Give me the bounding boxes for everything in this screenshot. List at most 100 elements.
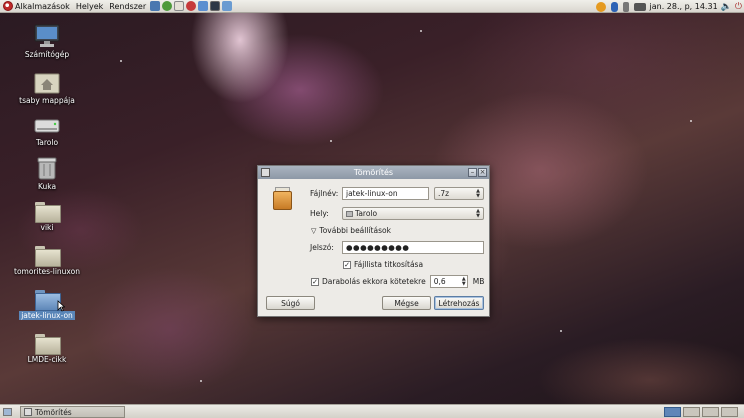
taskbar-button-compress[interactable]: Tömörítés	[20, 406, 125, 418]
location-value: Tarolo	[355, 209, 378, 218]
help-button[interactable]: Súgó	[266, 296, 315, 310]
screenshot-launcher-icon[interactable]	[222, 1, 233, 11]
places-menu-label: Helyek	[75, 1, 104, 11]
filename-label: Fájlnév:	[310, 189, 339, 198]
desktop-icon-label: Számítógép	[24, 50, 70, 59]
archive-icon	[273, 187, 292, 210]
password-input[interactable]: ●●●●●●●●●	[342, 241, 484, 254]
encrypt-list-row[interactable]: ✓ Fájllista titkosítása	[343, 260, 423, 269]
network-icon[interactable]	[633, 2, 646, 11]
shutdown-icon[interactable]: ⏻	[735, 2, 742, 12]
create-button[interactable]: Létrehozás	[434, 296, 484, 310]
desktop-icon-viki[interactable]: viki	[10, 202, 84, 232]
help-launcher-icon[interactable]	[186, 1, 197, 11]
drive-small-icon	[346, 210, 353, 217]
star	[560, 330, 562, 332]
places-menu[interactable]: Helyek	[73, 0, 106, 13]
desktop-icon-tarolo[interactable]: Tarolo	[10, 116, 84, 147]
task-label: Tömörítés	[35, 407, 72, 417]
folder-icon	[35, 334, 61, 355]
expander-triangle-icon: ▽	[311, 226, 317, 235]
split-unit: MB	[472, 277, 485, 286]
star	[120, 60, 122, 62]
home-launcher-icon[interactable]	[174, 1, 185, 11]
location-combo[interactable]: Tarolo ▲ ▼	[342, 207, 484, 220]
folder-icon	[35, 246, 61, 267]
debian-logo-icon	[3, 1, 13, 11]
top-panel: Alkalmazások Helyek Rendszer jan. 28., p…	[0, 0, 744, 13]
close-button[interactable]: ×	[478, 168, 487, 177]
combo-arrows-icon: ▲ ▼	[476, 208, 480, 219]
desktop-icon-label: Kuka	[37, 182, 57, 191]
system-menu-label: Rendszer	[109, 1, 147, 11]
workspace-3[interactable]	[702, 407, 719, 417]
star	[690, 120, 692, 122]
cancel-button[interactable]: Mégse	[382, 296, 431, 310]
split-size-spinner[interactable]: 0,6 ▲ ▼	[429, 275, 468, 288]
dialog-app-icon	[261, 168, 270, 177]
trash-icon	[37, 157, 57, 180]
split-row: ✓ Darabolás ekkora kötetekre 0,6 ▲ ▼ MB	[311, 275, 484, 288]
compress-dialog: Tömörítés – × Fájlnév: jatek-linux-on .7…	[257, 165, 490, 317]
split-label: Darabolás ekkora kötetekre	[322, 277, 426, 286]
desktop-icon-tomorites-linuxon[interactable]: tomorites-linuxon	[10, 246, 84, 276]
desktop-icon-lmde-cikk[interactable]: LMDE-cikk	[10, 334, 84, 364]
expander-label: További beállítások	[319, 226, 391, 235]
star	[200, 380, 202, 382]
update-notifier-icon[interactable]	[595, 1, 606, 12]
spinner-arrows-icon[interactable]: ▲ ▼	[462, 277, 466, 287]
minimize-button[interactable]: –	[468, 168, 477, 177]
desktop-icon-home[interactable]: tsaby mappája	[10, 70, 84, 105]
drive-icon	[34, 119, 60, 133]
extension-value: .7z	[438, 189, 450, 198]
star	[330, 140, 332, 142]
star	[420, 30, 422, 32]
bottom-panel: Tömörítés	[0, 404, 744, 418]
computer-icon	[34, 24, 60, 47]
desktop-icon-label: tsaby mappája	[19, 96, 75, 105]
workspace-1[interactable]	[664, 407, 681, 417]
dialog-titlebar[interactable]: Tömörítés – ×	[258, 166, 489, 179]
system-menu[interactable]: Rendszer	[106, 0, 149, 13]
extension-combo[interactable]: .7z ▲ ▼	[434, 187, 484, 200]
applications-menu[interactable]: Alkalmazások	[0, 0, 73, 13]
workspace-2[interactable]	[683, 407, 700, 417]
mouse-pointer-icon	[57, 300, 65, 312]
dialog-title: Tömörítés	[353, 168, 394, 177]
folder-icon	[35, 290, 61, 311]
filename-row: Fájlnév: jatek-linux-on .7z ▲ ▼	[310, 187, 484, 200]
folder-icon	[35, 202, 61, 223]
power-icon[interactable]	[622, 1, 629, 12]
volume-icon[interactable]: 🔈	[721, 2, 732, 12]
encrypt-list-label: Fájllista titkosítása	[354, 260, 424, 269]
encrypt-list-checkbox[interactable]: ✓	[343, 260, 351, 269]
desktop-icon-label: LMDE-cikk	[27, 355, 67, 364]
desktop-icon-trash[interactable]: Kuka	[10, 156, 84, 191]
package-launcher-icon[interactable]	[198, 1, 209, 11]
show-desktop-icon[interactable]	[3, 408, 12, 416]
task-app-icon	[24, 408, 32, 416]
split-checkbox[interactable]: ✓	[311, 277, 319, 286]
desktop-icon-label: tomorites-linuxon	[14, 267, 80, 276]
bluetooth-icon[interactable]	[610, 1, 618, 12]
password-row: Jelszó: ●●●●●●●●●	[310, 241, 484, 254]
desktop-icon-label: Tarolo	[35, 138, 59, 147]
terminal-launcher-icon[interactable]	[210, 1, 221, 11]
browser-launcher-icon[interactable]	[162, 1, 173, 11]
virtualbox-launcher-icon[interactable]	[150, 1, 161, 11]
filename-input[interactable]: jatek-linux-on	[342, 187, 429, 200]
location-label: Hely:	[310, 209, 329, 218]
desktop-icon-jatek-linux-on[interactable]: jatek-linux-on	[10, 290, 84, 320]
more-options-expander[interactable]: ▽ További beállítások	[311, 226, 391, 235]
desktop-icon-computer[interactable]: Számítógép	[10, 24, 84, 59]
combo-arrows-icon: ▲ ▼	[476, 188, 480, 199]
system-tray: jan. 28., p, 14.31 🔈 ⏻	[595, 0, 744, 13]
password-label: Jelszó:	[310, 243, 334, 252]
split-size-value: 0,6	[433, 277, 446, 286]
location-row: Hely: Tarolo ▲ ▼	[310, 207, 484, 220]
clock[interactable]: jan. 28., p, 14.31	[650, 2, 718, 11]
applications-menu-label: Alkalmazások	[15, 1, 70, 11]
workspace-4[interactable]	[721, 407, 738, 417]
home-folder-icon	[34, 73, 60, 94]
desktop-icon-label: jatek-linux-on	[19, 311, 75, 320]
